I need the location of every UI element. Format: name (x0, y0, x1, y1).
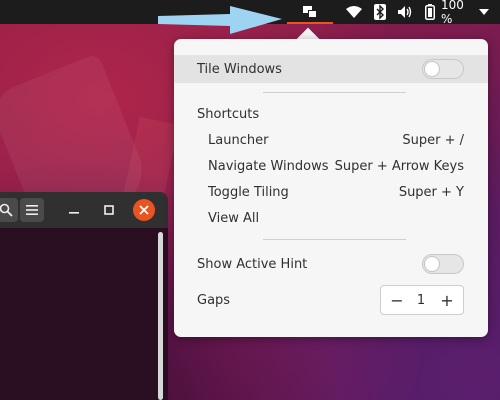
shortcut-row-navigate-windows[interactable]: Navigate Windows Super + Arrow Keys (174, 155, 488, 177)
close-icon[interactable] (133, 199, 155, 221)
maximize-icon[interactable] (97, 198, 121, 222)
shortcut-row-toggle-tiling[interactable]: Toggle Tiling Super + Y (174, 181, 488, 203)
show-active-hint-label: Show Active Hint (197, 256, 308, 272)
shortcut-label: Toggle Tiling (208, 184, 289, 200)
gaps-stepper[interactable]: − 1 + (380, 285, 464, 315)
separator (263, 239, 406, 240)
gaps-decrement-button[interactable]: − (383, 286, 411, 314)
tile-windows-label: Tile Windows (197, 61, 282, 77)
tile-windows-toggle[interactable] (422, 59, 464, 79)
tiling-menu: Tile Windows Shortcuts Launcher Super + … (174, 39, 488, 337)
shortcut-label: Launcher (208, 132, 269, 148)
window-content (0, 228, 168, 400)
shortcut-row-launcher[interactable]: Launcher Super + / (174, 129, 488, 151)
view-all-label: View All (208, 210, 260, 226)
chevron-down-icon[interactable] (477, 0, 491, 24)
search-icon[interactable] (0, 198, 18, 222)
tile-windows-row[interactable]: Tile Windows (174, 55, 488, 83)
wifi-icon[interactable] (345, 0, 363, 24)
show-active-hint-row[interactable]: Show Active Hint (174, 251, 488, 277)
bluetooth-icon[interactable] (372, 0, 388, 24)
shortcuts-header-row: Shortcuts (174, 103, 488, 125)
show-active-hint-toggle[interactable] (422, 254, 464, 274)
gaps-increment-button[interactable]: + (433, 286, 461, 314)
shortcut-label: Navigate Windows (208, 158, 329, 174)
volume-icon[interactable] (396, 0, 414, 24)
hamburger-menu-icon[interactable] (20, 198, 44, 222)
toggle-knob (424, 256, 440, 272)
shortcuts-header: Shortcuts (197, 106, 260, 122)
separator (263, 92, 406, 93)
toggle-knob (424, 61, 440, 77)
minimize-icon[interactable] (62, 198, 86, 222)
arrow-annotation (158, 6, 282, 34)
tiling-windows-icon[interactable] (287, 0, 333, 24)
battery-percentage[interactable]: 100 % (441, 0, 477, 26)
window-scrollbar[interactable] (158, 232, 163, 400)
window-headerbar (0, 192, 168, 228)
gaps-row: Gaps − 1 + (174, 284, 488, 316)
battery-icon[interactable] (423, 0, 437, 24)
gaps-value[interactable]: 1 (409, 286, 433, 314)
shortcut-keys: Super + Arrow Keys (334, 158, 464, 174)
shortcut-keys: Super + / (402, 132, 464, 148)
view-all-row[interactable]: View All (174, 207, 488, 229)
background-window (0, 192, 168, 400)
shortcut-keys: Super + Y (398, 184, 464, 200)
gaps-label: Gaps (197, 292, 231, 308)
